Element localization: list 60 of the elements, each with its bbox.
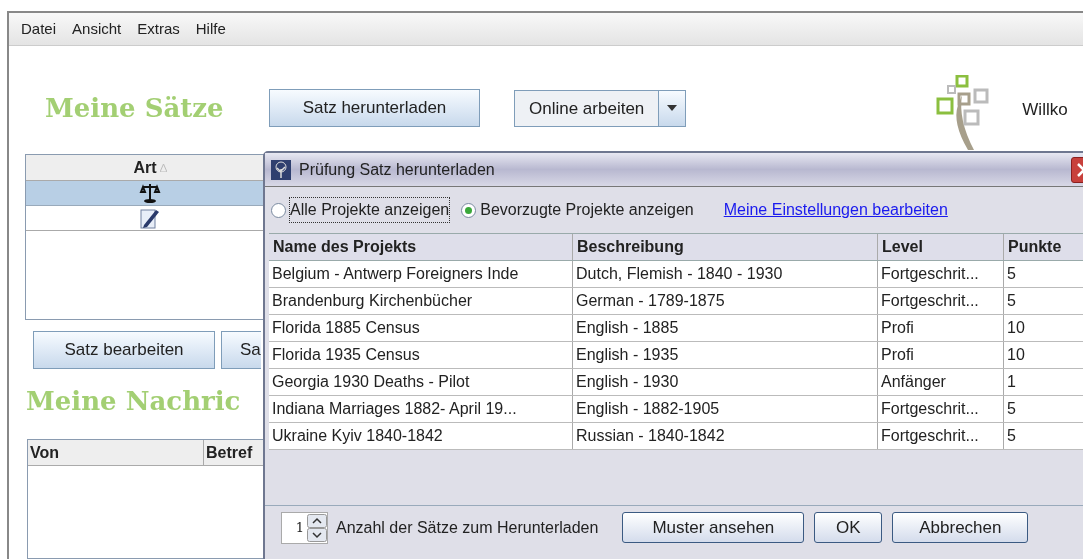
table-cell: Dutch, Flemish - 1840 - 1930 <box>573 261 878 287</box>
sort-arrow-icon <box>159 163 167 172</box>
table-cell: 5 <box>1004 288 1083 314</box>
dialog-title: Prüfung Satz herunterladen <box>299 159 495 180</box>
table-cell: English - 1930 <box>573 369 878 395</box>
table-cell: Ukraine Kyiv 1840-1842 <box>269 423 573 449</box>
table-cell: Georgia 1930 Deaths - Pilot <box>269 369 573 395</box>
column-header[interactable]: Name des Projekts <box>269 234 573 260</box>
table-cell: Fortgeschrit... <box>878 423 1004 449</box>
table-cell: 1 <box>1004 369 1083 395</box>
table-cell: Florida 1935 Census <box>269 342 573 368</box>
column-header[interactable]: Beschreibung <box>573 234 878 260</box>
edit-set-button[interactable]: Satz bearbeiten <box>33 331 215 369</box>
column-header[interactable]: Punkte <box>1004 234 1083 260</box>
table-cell: Russian - 1840-1842 <box>573 423 878 449</box>
menu-item[interactable]: Hilfe <box>195 17 226 41</box>
column-header[interactable]: Von <box>28 440 204 465</box>
table-cell: 10 <box>1004 342 1083 368</box>
table-cell: Fortgeschrit... <box>878 261 1004 287</box>
table-cell: Profi <box>878 315 1004 341</box>
radio-option[interactable]: Alle Projekte anzeigen <box>271 198 450 222</box>
scale-icon <box>139 183 161 203</box>
column-header[interactable]: Level <box>878 234 1004 260</box>
settings-link[interactable]: Meine Einstellungen bearbeiten <box>723 198 948 222</box>
menu-item[interactable]: Ansicht <box>72 17 122 41</box>
table-cell: Belgium - Antwerp Foreigners Inde <box>269 261 573 287</box>
table-cell: Profi <box>878 342 1004 368</box>
mode-dropdown[interactable]: Online arbeiten <box>514 89 687 127</box>
table-cell: English - 1882-1905 <box>573 396 878 422</box>
count-label: Anzahl der Sätze zum Herunterladen <box>336 517 599 538</box>
table-cell: Fortgeschrit... <box>878 396 1004 422</box>
welcome-text: Willko <box>1022 99 1068 122</box>
table-cell: Anfänger <box>878 369 1004 395</box>
menu-item[interactable]: Extras <box>137 17 180 41</box>
set-button[interactable]: Sa <box>221 331 261 369</box>
download-button[interactable]: Satz herunterladen <box>269 89 480 127</box>
radio-option[interactable]: Bevorzugte Projekte anzeigen <box>461 198 694 222</box>
table-cell: 5 <box>1004 396 1083 422</box>
table-cell: German - 1789-1875 <box>573 288 878 314</box>
caret-icon <box>667 105 678 111</box>
table-cell: English - 1885 <box>573 315 878 341</box>
section-heading: Meine Nachric <box>26 385 241 418</box>
column-header[interactable]: Art <box>133 155 157 180</box>
table-cell: Indiana Marriages 1882- April 19... <box>269 396 573 422</box>
menu-item[interactable]: Datei <box>21 17 57 41</box>
dialog-button[interactable]: OK <box>814 512 883 543</box>
table-cell: Fortgeschrit... <box>878 288 1004 314</box>
table-cell: 10 <box>1004 315 1083 341</box>
spinner-arrows-icon <box>307 513 327 542</box>
table-cell: English - 1935 <box>573 342 878 368</box>
dialog-button[interactable]: Abbrechen <box>892 512 1029 543</box>
pen-document-icon <box>140 207 160 229</box>
dialog-button[interactable]: Muster ansehen <box>622 512 805 543</box>
table-cell: 5 <box>1004 423 1083 449</box>
count-spinner[interactable]: 1 <box>281 511 328 544</box>
tree-icon <box>271 159 291 180</box>
section-heading: Meine Sätze <box>45 91 225 125</box>
table-cell: Florida 1885 Census <box>269 315 573 341</box>
table-cell: 5 <box>1004 261 1083 287</box>
table-cell: Brandenburg Kirchenbücher <box>269 288 573 314</box>
